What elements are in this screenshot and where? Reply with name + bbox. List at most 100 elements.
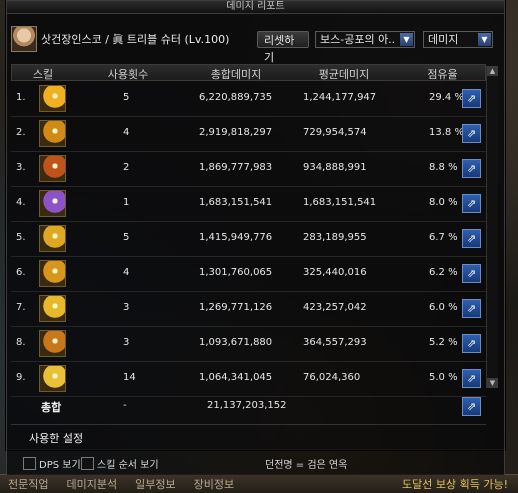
use-count: 4 [123, 127, 130, 138]
total-label: 총합 [41, 401, 62, 414]
table-row: 3. 2 1,869,777,983 934,888,991 8.8 % ⇗ [11, 152, 486, 187]
settings-section-header: 사용한 설정 [11, 424, 486, 447]
skill-icon [39, 365, 66, 392]
share-arrow-icon[interactable]: ⇗ [462, 194, 481, 213]
row-index: 8. [16, 337, 26, 348]
total-damage: 21,137,203,152 [207, 400, 287, 411]
game-bottom-bar: 전문직업 데미지분석 일부정보 장비정보 도달선 보상 획득 가능! [0, 474, 518, 493]
table-row: 2. 4 2,919,818,297 729,954,574 13.8 % ⇗ [11, 117, 486, 152]
column-total: 총합데미지 [210, 68, 262, 81]
bottom-bar-item[interactable]: 전문직업 [8, 476, 48, 492]
table-scrollbar[interactable]: ▲ ▼ [486, 66, 498, 388]
share-arrow-icon[interactable]: ⇗ [462, 369, 481, 388]
share-percent: 6.2 % [429, 267, 458, 278]
dps-checkbox-label: DPS 보기 [39, 460, 81, 471]
share-percent: 5.0 % [429, 372, 458, 383]
average-damage: 325,440,016 [303, 267, 367, 278]
share-arrow-icon[interactable]: ⇗ [462, 89, 481, 108]
use-count: 14 [123, 372, 136, 383]
share-percent: 8.8 % [429, 162, 458, 173]
chevron-down-icon[interactable]: ▼ [400, 33, 413, 46]
skill-icon [39, 155, 66, 182]
bottom-bar-item[interactable]: 데미지분석 [66, 476, 117, 492]
share-arrow-icon[interactable]: ⇗ [462, 264, 481, 283]
skill-icon [39, 225, 66, 252]
use-count: 5 [123, 232, 130, 243]
total-row: 총합 - 21,137,203,152 ⇗ [11, 393, 486, 419]
column-count: 사용횟수 [107, 68, 149, 81]
share-percent: 8.0 % [429, 197, 458, 208]
column-share: 점유율 [427, 68, 458, 81]
share-percent: 5.2 % [429, 337, 458, 348]
total-damage: 1,415,949,776 [199, 232, 273, 243]
row-index: 3. [16, 162, 26, 173]
row-index: 5. [16, 232, 26, 243]
table-row: 6. 4 1,301,760,065 325,440,016 6.2 % ⇗ [11, 257, 486, 292]
total-damage: 2,919,818,297 [199, 127, 273, 138]
share-arrow-icon[interactable]: ⇗ [462, 299, 481, 318]
total-count: - [123, 400, 127, 411]
table-row: 7. 3 1,269,771,126 423,257,042 6.0 % ⇗ [11, 292, 486, 327]
row-index: 7. [16, 302, 26, 313]
average-damage: 934,888,991 [303, 162, 367, 173]
average-damage: 283,189,955 [303, 232, 367, 243]
character-avatar [11, 26, 37, 52]
skill-icon [39, 120, 66, 147]
skill-icon [39, 330, 66, 357]
scroll-down-icon[interactable]: ▼ [487, 378, 498, 388]
table-row: 8. 3 1,093,671,880 364,557,293 5.2 % ⇗ [11, 327, 486, 362]
share-arrow-icon[interactable]: ⇗ [462, 229, 481, 248]
skill-order-checkbox[interactable] [81, 457, 94, 470]
use-count: 5 [123, 92, 130, 103]
use-count: 3 [123, 302, 130, 313]
dungeon-select-value: 보스-공포의 아.. [320, 33, 396, 46]
column-average: 평균데미지 [318, 68, 370, 81]
average-damage: 1,244,177,947 [303, 92, 377, 103]
share-percent: 29.4 % [429, 92, 464, 103]
reset-button[interactable]: 리셋하기 [257, 31, 309, 64]
column-skill: 스킬 [32, 68, 54, 81]
average-damage: 729,954,574 [303, 127, 367, 138]
mode-select-value: 데미지 [428, 33, 459, 46]
table-header: 스킬 사용횟수 총합데미지 평균데미지 점유율 [11, 64, 486, 81]
use-count: 4 [123, 267, 130, 278]
average-damage: 76,024,360 [303, 372, 361, 383]
skill-icon [39, 85, 66, 112]
row-index: 1. [16, 92, 26, 103]
skill-icon [39, 260, 66, 287]
average-damage: 423,257,042 [303, 302, 367, 313]
total-damage: 1,869,777,983 [199, 162, 273, 173]
total-damage: 1,301,760,065 [199, 267, 273, 278]
window-title[interactable]: 데미지 리포트 [7, 1, 504, 14]
bottom-bar-notice: 도달선 보상 획득 가능! [402, 478, 508, 491]
share-arrow-icon[interactable]: ⇗ [462, 397, 481, 416]
table-row: 5. 5 1,415,949,776 283,189,955 6.7 % ⇗ [11, 222, 486, 257]
bottom-bar-item[interactable]: 일부정보 [135, 476, 175, 492]
use-count: 1 [123, 197, 130, 208]
total-damage: 1,683,151,541 [199, 197, 273, 208]
table-row: 9. 14 1,064,341,045 76,024,360 5.0 % ⇗ [11, 362, 486, 397]
skill-table: 1. 5 6,220,889,735 1,244,177,947 29.4 % ⇗ 2. 4 2… [11, 82, 486, 397]
average-damage: 1,683,151,541 [303, 197, 377, 208]
dungeon-select[interactable]: 보스-공포의 아.. ▼ [315, 31, 415, 48]
settings-title: 사용한 설정 [29, 432, 84, 445]
bottom-bar-item[interactable]: 장비정보 [194, 476, 234, 492]
share-arrow-icon[interactable]: ⇗ [462, 124, 481, 143]
row-index: 4. [16, 197, 26, 208]
dungeon-status: 던전명 = 검은 연옥 [265, 460, 348, 471]
share-arrow-icon[interactable]: ⇗ [462, 159, 481, 178]
total-damage: 1,269,771,126 [199, 302, 273, 313]
chevron-down-icon[interactable]: ▼ [478, 33, 491, 46]
skill-order-checkbox-label: 스킬 순서 보기 [97, 460, 159, 471]
scroll-up-icon[interactable]: ▲ [487, 66, 498, 76]
dps-checkbox[interactable] [23, 457, 36, 470]
total-damage: 1,093,671,880 [199, 337, 273, 348]
skill-icon [39, 190, 66, 217]
table-row: 4. 1 1,683,151,541 1,683,151,541 8.0 % ⇗ [11, 187, 486, 222]
use-count: 2 [123, 162, 130, 173]
share-arrow-icon[interactable]: ⇗ [462, 334, 481, 353]
average-damage: 364,557,293 [303, 337, 367, 348]
mode-select[interactable]: 데미지 ▼ [423, 31, 493, 48]
share-percent: 6.7 % [429, 232, 458, 243]
share-percent: 6.0 % [429, 302, 458, 313]
